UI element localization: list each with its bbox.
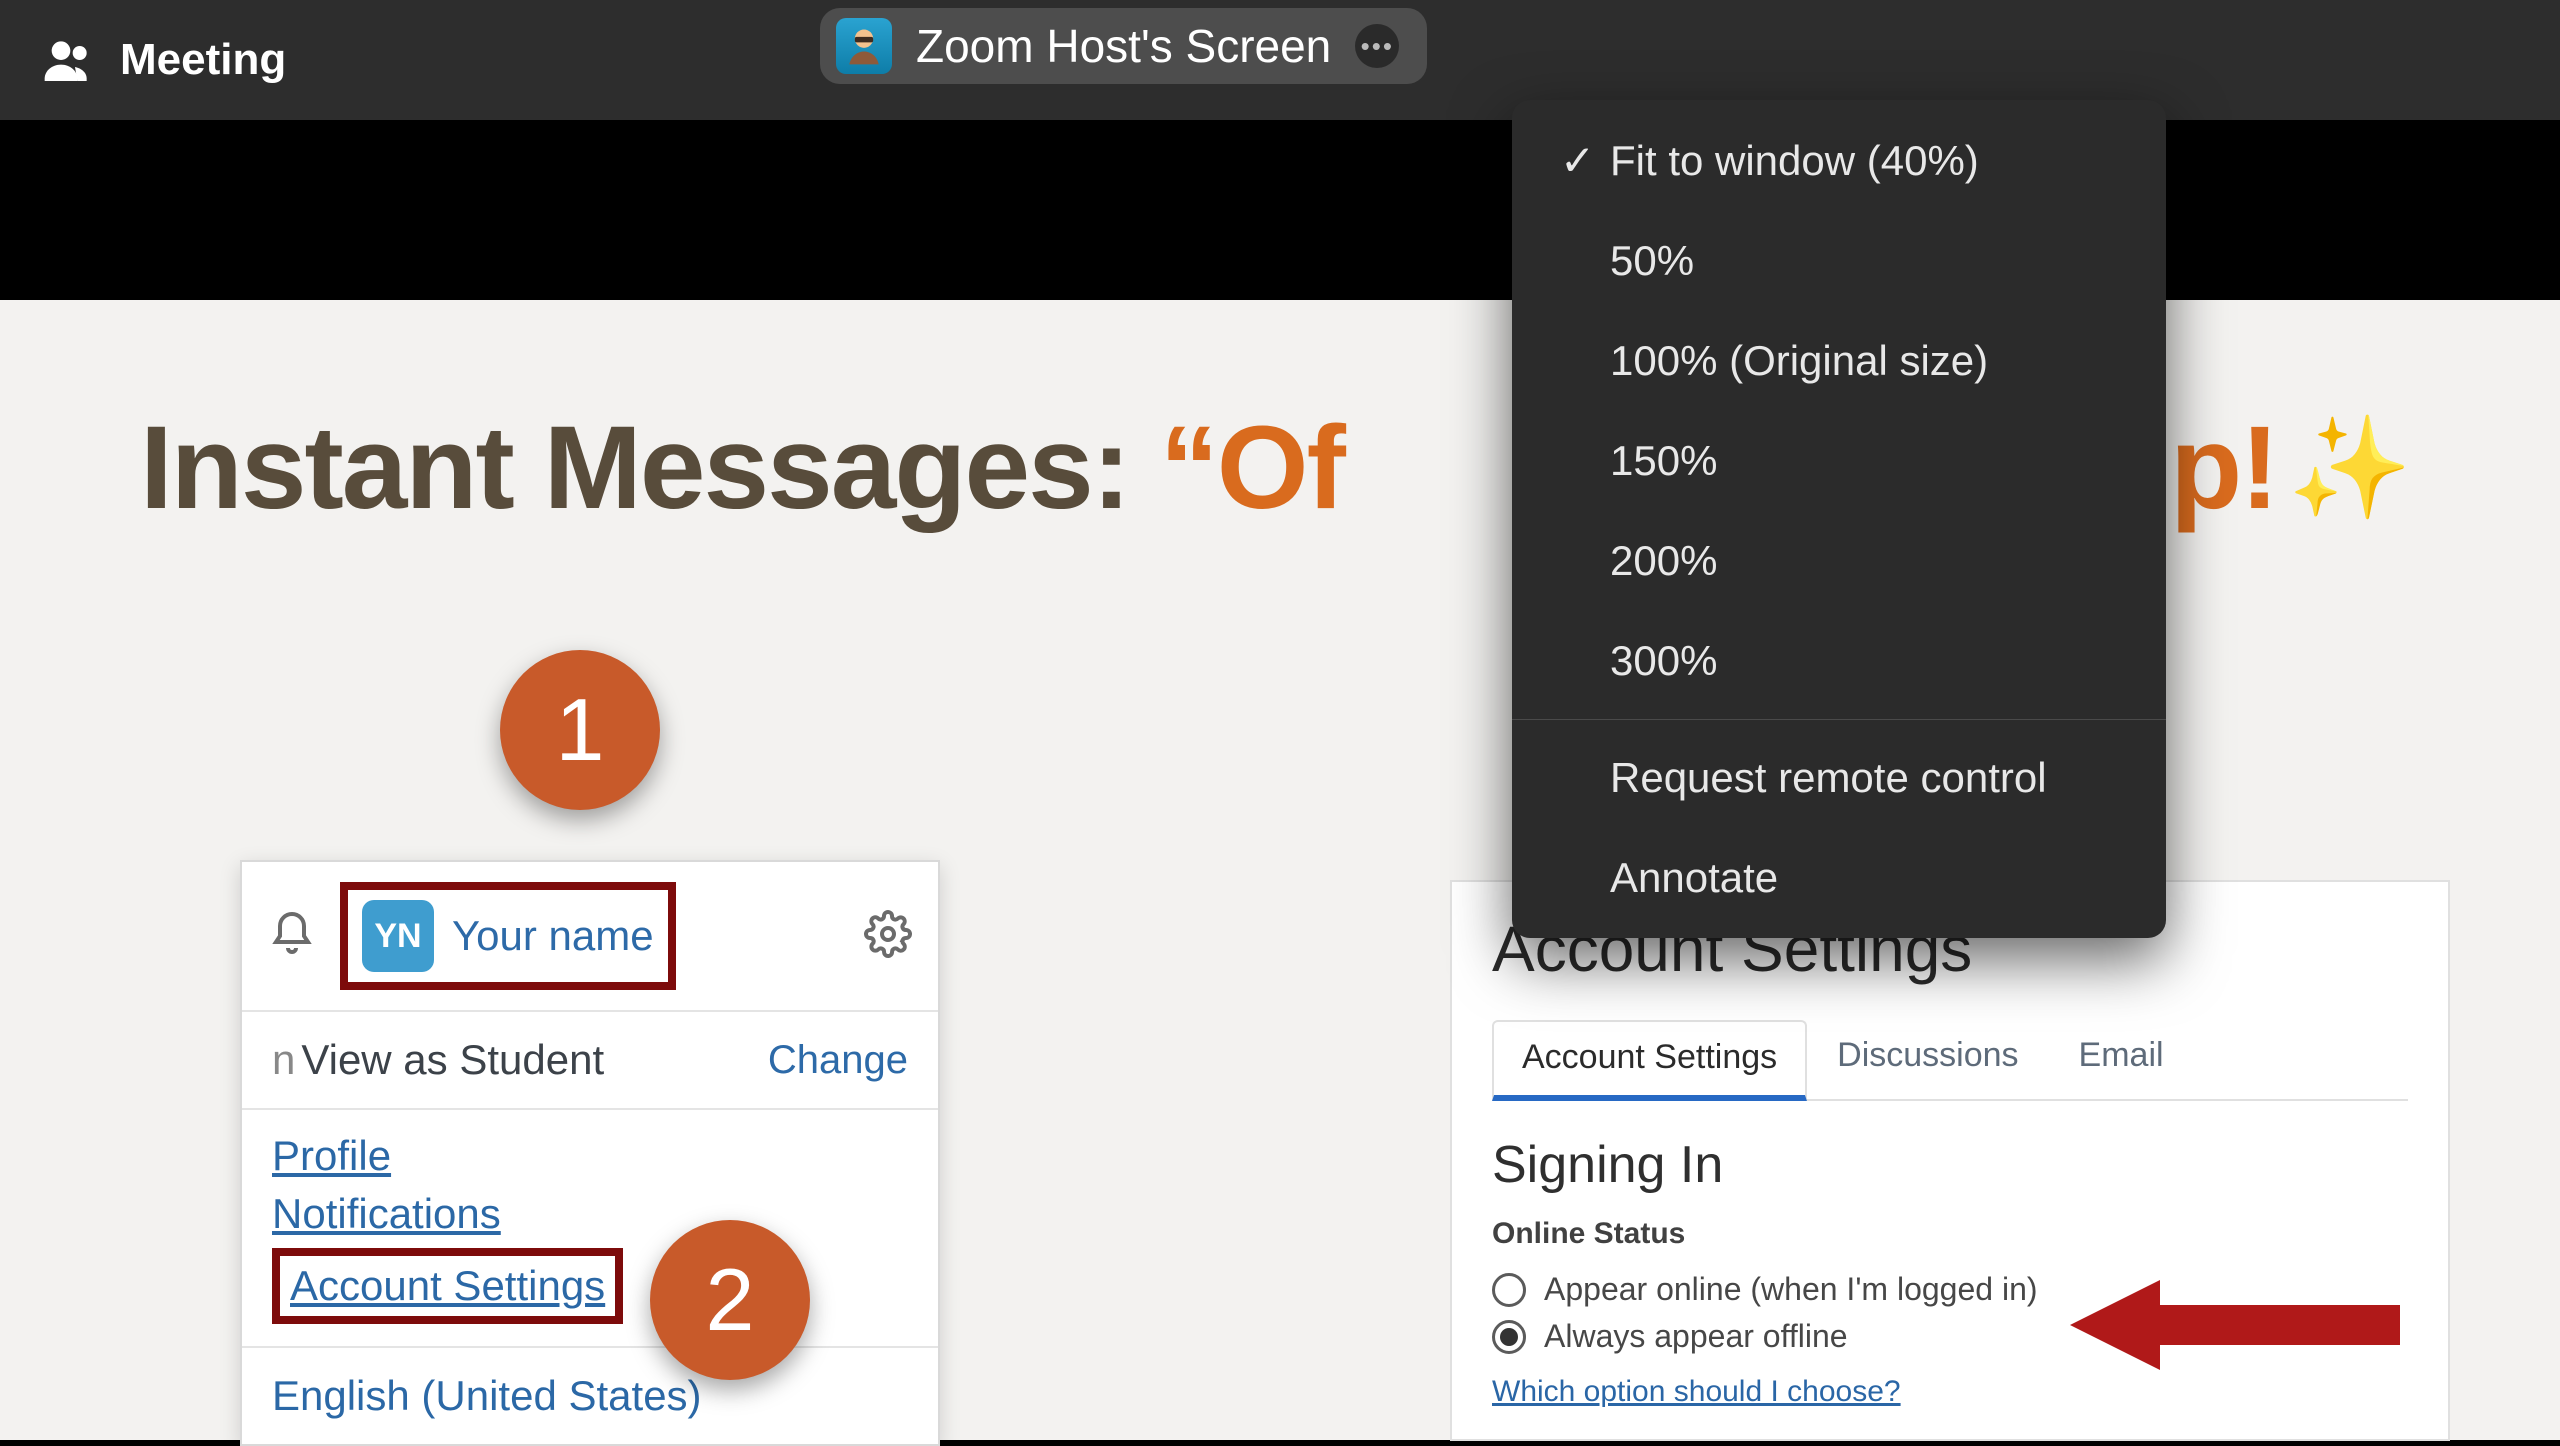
menu-item-fit-to-window[interactable]: ✓ Fit to window (40%) xyxy=(1512,110,2166,211)
menu-item-300[interactable]: 300% xyxy=(1512,611,2166,711)
meeting-label: Meeting xyxy=(120,35,286,85)
meeting-button[interactable]: Meeting xyxy=(40,32,286,88)
signing-in-heading: Signing In xyxy=(1492,1135,2408,1195)
tab-discussions[interactable]: Discussions xyxy=(1807,1018,2048,1099)
help-link[interactable]: Which option should I choose? xyxy=(1492,1375,1901,1409)
menu-item-label: Request remote control xyxy=(1610,754,2047,802)
host-avatar-icon xyxy=(836,18,892,74)
participants-icon xyxy=(40,32,96,88)
tab-email[interactable]: Email xyxy=(2049,1018,2194,1099)
settings-tabs: Account Settings Discussions Email xyxy=(1492,1018,2408,1101)
slide-title-quote: “Of xyxy=(1160,402,1344,534)
callout-badge-2: 2 xyxy=(650,1220,810,1380)
radio-icon-selected xyxy=(1492,1320,1526,1354)
black-letterbox xyxy=(0,120,2560,300)
menu-item-50[interactable]: 50% xyxy=(1512,211,2166,311)
menu-item-label: 150% xyxy=(1610,437,1717,485)
menu-item-200[interactable]: 200% xyxy=(1512,511,2166,611)
menu-item-label: 100% (Original size) xyxy=(1610,337,1988,385)
menu-item-label: 200% xyxy=(1610,537,1717,585)
profile-link[interactable]: Profile xyxy=(272,1132,908,1180)
tab-account-settings[interactable]: Account Settings xyxy=(1492,1020,1807,1101)
radio-label-offline: Always appear offline xyxy=(1544,1318,1848,1355)
shared-slide: Instant Messages: “Of ip! ✨ 1 YN Your na… xyxy=(0,300,2560,1440)
menu-item-150[interactable]: 150% xyxy=(1512,411,2166,511)
check-icon: ✓ xyxy=(1560,136,1588,185)
menu-item-label: Annotate xyxy=(1610,854,1778,902)
callout-badge-1: 1 xyxy=(500,650,660,810)
share-label: Zoom Host's Screen xyxy=(916,19,1331,73)
menu-item-annotate[interactable]: Annotate xyxy=(1512,828,2166,928)
online-status-label: Online Status xyxy=(1492,1217,2408,1251)
change-link[interactable]: Change xyxy=(768,1038,908,1083)
view-as-label: View as Student xyxy=(301,1036,768,1084)
notifications-link[interactable]: Notifications xyxy=(272,1190,908,1238)
view-options-menu: ✓ Fit to window (40%) 50% 100% (Original… xyxy=(1512,100,2166,938)
radio-icon xyxy=(1492,1273,1526,1307)
user-links: Profile Notifications Account Settings xyxy=(242,1110,938,1348)
bell-icon[interactable] xyxy=(268,910,316,963)
menu-item-100[interactable]: 100% (Original size) xyxy=(1512,311,2166,411)
gear-icon[interactable] xyxy=(864,910,912,963)
menu-item-label: Fit to window (40%) xyxy=(1610,137,1979,185)
sparkle-icon: ✨ xyxy=(2287,410,2410,527)
screen-share-indicator[interactable]: Zoom Host's Screen ••• xyxy=(820,8,1427,84)
ellipsis-icon: ••• xyxy=(1361,31,1394,62)
menu-item-request-remote[interactable]: Request remote control xyxy=(1512,728,2166,828)
radio-label-online: Appear online (when I'm logged in) xyxy=(1544,1271,2038,1308)
user-menu-header: YN Your name xyxy=(242,862,938,1012)
slide-title-suffix: ip! ✨ xyxy=(2139,400,2410,536)
zoom-toolbar: Meeting Zoom Host's Screen ••• xyxy=(0,0,2560,120)
account-settings-link[interactable]: Account Settings xyxy=(272,1248,623,1324)
language-row[interactable]: English (United States) xyxy=(242,1348,938,1444)
slide-title: Instant Messages: “Of xyxy=(140,400,1344,536)
menu-item-label: 50% xyxy=(1610,237,1694,285)
more-options-button[interactable]: ••• xyxy=(1355,24,1399,68)
menu-item-label: 300% xyxy=(1610,637,1717,685)
user-name-label: Your name xyxy=(452,912,654,960)
user-avatar: YN xyxy=(362,900,434,972)
menu-separator xyxy=(1512,719,2166,720)
user-menu-panel: YN Your name n View as Student Change Pr… xyxy=(240,860,940,1446)
slide-title-prefix: Instant Messages: xyxy=(140,402,1160,534)
view-as-row: n View as Student Change xyxy=(242,1012,938,1110)
user-name-highlight[interactable]: YN Your name xyxy=(340,882,676,990)
